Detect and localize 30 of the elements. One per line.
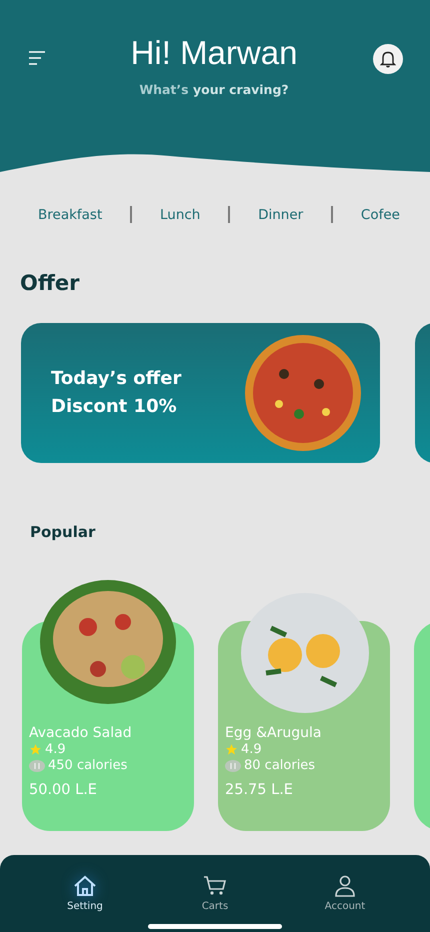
home-icon — [73, 875, 97, 897]
category-tab[interactable]: Breakfast — [38, 206, 102, 222]
star-icon — [29, 743, 42, 756]
offer-card[interactable]: Today’s offer Discont 10% — [21, 323, 380, 463]
food-price: 50.00 L.E — [29, 782, 98, 798]
bell-icon — [380, 50, 396, 68]
food-price: 25.75 L.E — [225, 782, 294, 798]
menu-icon[interactable] — [27, 50, 47, 66]
greeting-subtitle: What’s your craving? — [139, 82, 289, 97]
rating-text: 4.9 — [45, 742, 66, 757]
section-heading: Offer — [20, 271, 80, 295]
cutlery-icon — [29, 760, 45, 772]
calories-text: 80 calories — [244, 758, 316, 773]
category-tab[interactable]: Cofee — [360, 206, 400, 222]
calories-text: 450 calories — [48, 758, 128, 773]
category-tab[interactable]: Dinner — [258, 206, 304, 222]
category-tab[interactable]: Lunch — [160, 206, 200, 222]
food-name: Avacado Salad — [29, 725, 133, 741]
nav-tab[interactable]: Carts — [165, 855, 265, 932]
nav-tab[interactable]: Setting — [35, 855, 135, 932]
rating-text: 4.9 — [241, 742, 262, 757]
cutlery-icon — [225, 760, 241, 772]
offer-text: Today’s offer Discont 10% — [51, 367, 182, 419]
person-icon — [333, 875, 357, 897]
cart-icon — [203, 875, 227, 897]
star-icon — [225, 743, 238, 756]
greeting-title: Hi! Marwan — [130, 34, 298, 72]
food-name: Egg &Arugula — [225, 725, 322, 741]
nav-tab[interactable]: Account — [295, 855, 395, 932]
section-heading: Popular — [30, 523, 96, 541]
